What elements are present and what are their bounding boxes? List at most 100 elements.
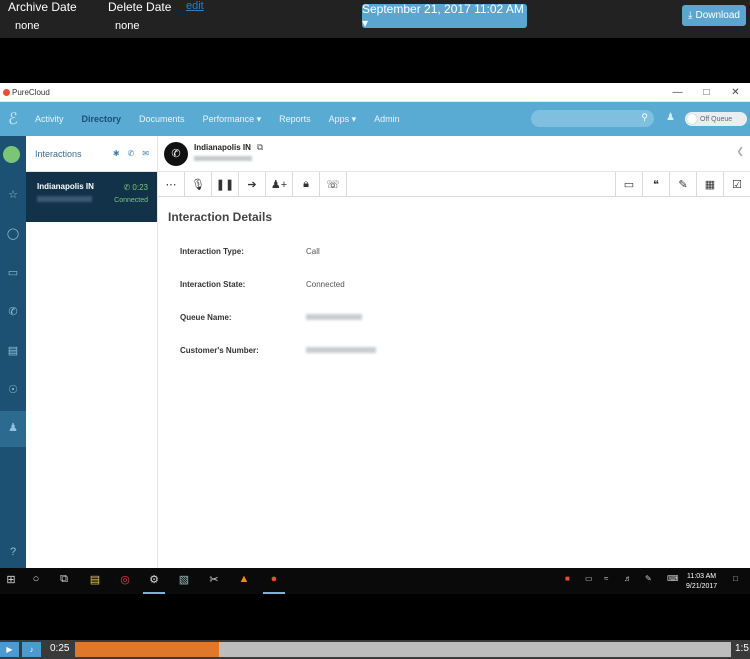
collapse-icon[interactable]: ❮ [736,146,744,157]
snipping-tool-icon[interactable]: ✂ [203,573,225,586]
cortana-icon[interactable]: ○ [25,573,47,585]
video-icon[interactable]: ▭ [0,266,26,279]
queue-toggle[interactable]: Off Queue [685,112,747,126]
dialpad-icon[interactable]: ⋯ [158,172,185,197]
recording-date-dropdown[interactable]: September 21, 2017 11:02 AM ▾ [362,2,527,30]
interaction-card-time: 0:23 [132,183,148,192]
search-icon: ⚲ [641,112,648,122]
minimize-button[interactable]: — [663,87,692,98]
close-button[interactable]: ✕ [721,87,750,98]
current-time: 0:25 [50,643,70,654]
phone-badge-icon: ✆ [164,141,188,166]
email-icon[interactable]: ✉ [142,149,149,158]
volume-button-icon[interactable]: ♪ [22,642,41,657]
clock-time: 11:03 AM [687,573,717,580]
section-title: Interaction Details [168,210,273,224]
disconnect-icon[interactable]: ☏ [320,172,347,197]
interaction-card[interactable]: Indianapolis IN ✆ 0:23 Connected [26,172,157,222]
tray-app-icon[interactable]: ■ [565,574,570,583]
chat-icon[interactable]: ◯ [0,227,26,240]
edit-link[interactable]: edit [186,0,204,12]
secure-lock-icon[interactable]: 🔒︎ [293,172,320,197]
mute-icon[interactable]: 🎙︎ [185,172,212,197]
wifi-icon[interactable]: ≈ [604,574,608,583]
presence-avatar[interactable] [3,146,20,163]
help-icon[interactable]: ? [0,546,26,558]
support-icon[interactable]: ☉ [0,383,26,396]
add-participant-icon[interactable]: ♟+ [266,172,293,197]
progress-bar[interactable] [75,642,731,657]
purecloud-logo-icon [3,88,10,96]
nav-apps[interactable]: Apps ▾ [329,114,357,125]
system-clock[interactable]: 11:03 AM 9/21/2017 [686,572,717,592]
settings-gear-icon[interactable]: ✱ [113,149,120,158]
settings-icon[interactable]: ⚙ [143,573,165,586]
archive-date-value: none [15,20,40,32]
nav-documents[interactable]: Documents [139,114,185,124]
archive-date-column: Archive Date none [8,0,77,32]
quote-icon[interactable]: ❝ [642,172,669,197]
notifications-icon[interactable]: □ [733,574,738,583]
detail-value: Call [306,247,320,256]
progress-fill [75,642,220,657]
interactions-pane: Interactions ✱ ✆ ✉ Indianapolis IN ✆ 0:2… [26,136,158,568]
download-label: Download [695,10,740,21]
transfer-icon[interactable]: ➔ [239,172,266,197]
customer-number-redacted [306,346,376,355]
window-controls: — □ ✕ [663,87,750,98]
vlc-icon[interactable]: ▲ [233,573,255,585]
wrapup-icon[interactable]: ☑ [723,172,750,197]
file-explorer-icon[interactable]: ▤ [84,573,106,586]
copy-icon[interactable]: ⧉ [257,142,263,153]
nav-directory[interactable]: Directory [82,114,122,124]
detail-value: Connected [306,280,345,289]
app-window-icon[interactable]: ▧ [173,573,195,586]
player-controls: ▶ ♪ 0:25 1:5 [0,640,750,659]
nav-activity[interactable]: Activity [35,114,64,124]
user-icon[interactable]: ♟ [666,112,675,123]
inbox-icon[interactable]: ▤ [0,344,26,357]
purecloud-taskbar-icon[interactable]: ● [263,573,285,585]
edit-notes-icon[interactable]: ✎ [669,172,696,197]
detail-label: Interaction State: [180,280,246,289]
chrome-icon[interactable]: ◎ [114,573,136,586]
interactions-icon[interactable]: ♟ [0,411,26,447]
interaction-detail: ✆ Indianapolis IN ⧉ ❮ ⋯ 🎙︎ ❚❚ ➔ ♟+ 🔒︎ ☏ … [158,136,750,568]
windows-start-icon[interactable]: ⊞ [0,573,22,586]
contact-name: Indianapolis IN [194,143,251,152]
interaction-card-status: Connected [114,197,148,204]
schedule-icon[interactable]: ▦ [696,172,723,197]
app-logo-icon[interactable]: ℰ [0,109,26,129]
interactions-header-icons: ✱ ✆ ✉ [113,149,149,158]
queue-name-redacted [306,313,362,322]
delete-date-value: none [115,20,140,32]
star-icon[interactable]: ☆ [0,188,26,201]
download-button[interactable]: ⤓ Download [682,5,746,26]
battery-icon[interactable]: ▭ [585,574,593,583]
nav-admin[interactable]: Admin [374,114,400,124]
screen-share-icon[interactable]: ▭ [615,172,642,197]
detail-label: Interaction Type: [180,247,244,256]
active-app-underline [143,592,165,594]
nav-reports[interactable]: Reports [279,114,311,124]
volume-icon[interactable]: ♬ [624,574,632,583]
task-view-icon[interactable]: ⧉ [53,573,75,586]
search-input[interactable]: ⚲ [531,110,654,127]
total-time: 1:5 [735,643,749,654]
download-icon: ⤓ [688,10,693,21]
detail-header: ✆ Indianapolis IN ⧉ ❮ [158,136,750,172]
os-taskbar: ⊞ ○ ⧉ ▤ ◎ ⚙ ▧ ✂ ▲ ● ■ ▭ ≈ ♬ ✎ ⌨ 11:03 AM… [0,568,750,594]
maximize-button[interactable]: □ [692,87,721,98]
player-top-bar: Archive Date none Delete Date none edit … [0,0,750,38]
interactions-title: Interactions [35,148,82,159]
pen-icon[interactable]: ✎ [645,574,652,583]
phone-icon[interactable]: ✆ [0,305,26,318]
interaction-card-timer: ✆ 0:23 [123,183,148,192]
nav-performance[interactable]: Performance ▾ [203,114,262,125]
archive-date-label: Archive Date [8,0,77,14]
interactions-header: Interactions ✱ ✆ ✉ [26,136,157,172]
keyboard-icon[interactable]: ⌨ [667,574,679,583]
hold-icon[interactable]: ❚❚ [212,172,239,197]
call-icon[interactable]: ✆ [128,149,135,158]
play-icon[interactable]: ▶ [0,642,19,657]
